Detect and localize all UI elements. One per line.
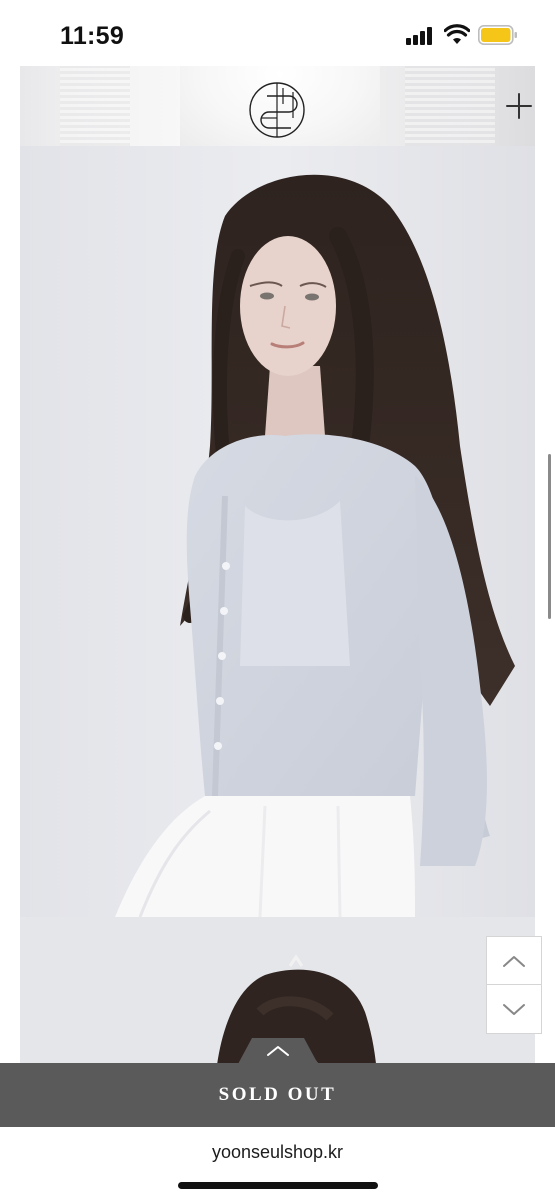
sold-out-button[interactable]: SOLD OUT (0, 1063, 555, 1127)
signal-icon (406, 27, 436, 45)
chevron-down-icon (503, 1004, 525, 1015)
plus-icon[interactable] (505, 92, 533, 120)
purchase-panel-toggle[interactable] (238, 1038, 318, 1064)
scroll-up-button[interactable] (487, 937, 541, 985)
page-scroll-nav (486, 936, 542, 1034)
chevron-up-icon (503, 955, 525, 967)
product-photo (20, 146, 535, 917)
brand-monogram-logo[interactable] (247, 78, 311, 142)
status-bar: 11:59 (0, 0, 555, 66)
status-time: 11:59 (60, 22, 125, 50)
url-text[interactable]: yoonseulshop.kr (0, 1142, 555, 1163)
battery-icon (478, 25, 517, 45)
web-page (0, 66, 555, 1126)
scrollbar[interactable] (548, 454, 551, 619)
home-indicator[interactable] (178, 1182, 378, 1189)
scroll-down-button[interactable] (487, 986, 541, 1034)
browser-address-bar[interactable] (0, 1127, 555, 1200)
wifi-icon (444, 24, 470, 44)
